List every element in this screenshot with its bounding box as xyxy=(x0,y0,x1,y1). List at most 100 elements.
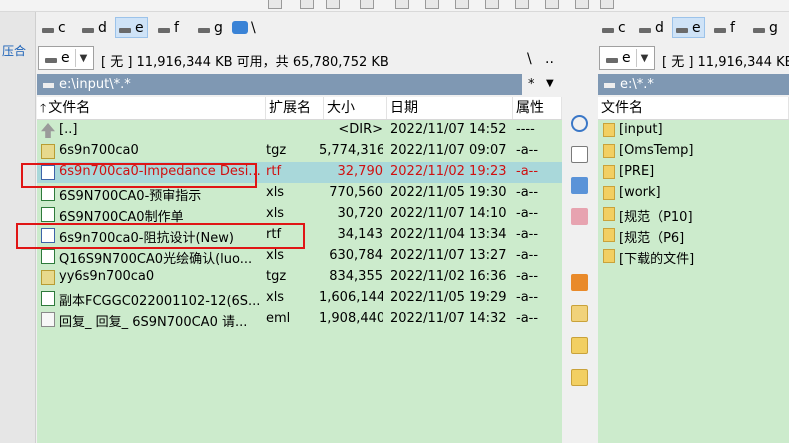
list-item[interactable]: [PRE] xyxy=(598,162,789,183)
drive-select[interactable]: e ▼ xyxy=(38,46,94,70)
drive-g-button[interactable]: g xyxy=(195,17,226,38)
toolbar-button[interactable] xyxy=(515,0,529,9)
current-path: e:\input\*.* xyxy=(59,77,131,92)
current-path: e:\*.* xyxy=(620,77,654,92)
history-dropdown-icon[interactable]: ▼ xyxy=(546,78,554,89)
drive-icon xyxy=(676,27,688,33)
drive-icon xyxy=(606,58,618,63)
toolbar xyxy=(0,0,789,12)
toolbar-button[interactable] xyxy=(300,0,314,9)
chevron-down-icon: ▼ xyxy=(75,49,91,67)
folder-icon xyxy=(603,123,615,137)
excel-icon xyxy=(41,207,55,222)
archive-pack-icon[interactable] xyxy=(571,274,588,291)
folder-icon xyxy=(603,249,615,263)
toolbar-button[interactable] xyxy=(360,0,374,9)
drive-e-button[interactable]: e xyxy=(672,17,705,38)
list-item[interactable]: [OmsTemp] xyxy=(598,141,789,162)
list-item[interactable]: [..] <DIR> 2022/11/07 14:52 ---- xyxy=(37,120,562,141)
list-item[interactable]: 回复_ 回复_ 6S9N700CA0 请... eml 1,908,440 20… xyxy=(37,309,562,330)
folder-icon xyxy=(603,144,615,158)
archive-icon xyxy=(41,270,55,285)
folder-settings-icon[interactable] xyxy=(571,305,588,322)
drive-f-button[interactable]: f xyxy=(711,17,738,38)
toolbar-button[interactable] xyxy=(545,0,559,9)
list-item[interactable]: [规范（P10] xyxy=(598,204,789,225)
view-file-icon[interactable] xyxy=(571,146,588,163)
column-header-ext[interactable]: 扩展名 xyxy=(266,97,324,119)
folder-icon xyxy=(603,186,615,200)
disk-space-info: [ 无 ] 11,916,344 KB 可用，共 65,780,752 KB xyxy=(101,55,389,70)
column-header-name[interactable]: 🡑 文件名 xyxy=(37,97,266,119)
column-header-name[interactable]: 文件名 xyxy=(598,97,789,119)
drive-c-button[interactable]: c xyxy=(39,17,69,38)
drive-c-button[interactable]: c xyxy=(599,17,629,38)
excel-icon xyxy=(41,186,55,201)
right-info-bar: e ▼ [ 无 ] 11,916,344 KB xyxy=(598,43,789,73)
right-column-headers: 文件名 xyxy=(598,97,789,120)
disk-space-info: [ 无 ] 11,916,344 KB xyxy=(662,55,789,70)
drive-icon xyxy=(753,27,765,33)
list-item[interactable]: [下载的文件] xyxy=(598,246,789,267)
excel-icon xyxy=(41,249,55,264)
left-path-bar[interactable]: e:\input\*.* xyxy=(37,74,522,95)
list-item[interactable]: yy6s9n700ca0 tgz 834,355 2022/11/02 16:3… xyxy=(37,267,562,288)
network-drive-button[interactable]: \ xyxy=(229,17,259,38)
toolbar-button[interactable] xyxy=(575,0,589,9)
drive-icon xyxy=(604,83,615,88)
drive-g-button[interactable]: g xyxy=(750,17,781,38)
drive-select[interactable]: e ▼ xyxy=(599,46,655,70)
sort-arrow-icon: 🡑 xyxy=(40,101,47,115)
chevron-down-icon: ▼ xyxy=(636,49,652,67)
folder-icon[interactable] xyxy=(571,369,588,386)
network-icon xyxy=(232,21,248,34)
archive-icon xyxy=(41,144,55,159)
path-filter-area: * ▼ xyxy=(522,74,562,95)
drive-d-button[interactable]: d xyxy=(79,17,110,38)
list-item[interactable]: 6s9n700ca0 tgz 5,774,316 2022/11/07 09:0… xyxy=(37,141,562,162)
right-path-bar[interactable]: e:\*.* xyxy=(598,74,789,95)
middle-button-strip xyxy=(562,97,598,443)
drive-icon xyxy=(43,83,54,88)
column-header-date[interactable]: 日期 xyxy=(387,97,513,119)
list-item[interactable]: 6S9N700CA0制作单 xls 30,720 2022/11/07 14:1… xyxy=(37,204,562,225)
find-icon[interactable] xyxy=(571,115,588,132)
list-item[interactable]: [规范（P6] xyxy=(598,225,789,246)
list-item[interactable]: 副本FCGGC022001102-12(6S... xls 1,606,144 … xyxy=(37,288,562,309)
list-item[interactable]: [input] xyxy=(598,120,789,141)
path-filter[interactable]: * xyxy=(528,77,535,92)
root-button[interactable]: \ xyxy=(527,51,532,67)
drive-icon xyxy=(45,58,57,63)
drive-e-button[interactable]: e xyxy=(115,17,148,38)
drive-d-button[interactable]: d xyxy=(636,17,667,38)
toolbar-button[interactable] xyxy=(485,0,499,9)
highlight-box xyxy=(21,163,257,188)
toolbar-button[interactable] xyxy=(395,0,409,9)
list-item[interactable]: [work] xyxy=(598,183,789,204)
toolbar-button[interactable] xyxy=(455,0,469,9)
drive-icon xyxy=(42,27,54,33)
drive-icon xyxy=(82,27,94,33)
toolbar-button[interactable] xyxy=(425,0,439,9)
right-file-list[interactable]: [input] [OmsTemp] [PRE] [work] [规范（P10] … xyxy=(598,120,789,443)
drive-f-button[interactable]: f xyxy=(155,17,182,38)
toolbar-button[interactable] xyxy=(600,0,614,9)
left-strip-label: 压合 xyxy=(2,44,27,58)
left-info-bar: e ▼ [ 无 ] 11,916,344 KB 可用，共 65,780,752 … xyxy=(37,43,562,73)
move-icon[interactable] xyxy=(571,208,588,225)
drive-icon xyxy=(119,27,131,33)
toolbar-button[interactable] xyxy=(326,0,340,9)
toolbar-button[interactable] xyxy=(268,0,282,9)
column-header-attr[interactable]: 属性 xyxy=(513,97,562,119)
left-drive-bar: c d e f g \ xyxy=(37,12,562,42)
left-column-headers: 🡑 文件名 扩展名 大小 日期 属性 xyxy=(37,97,562,120)
drive-icon xyxy=(158,27,170,33)
highlight-box xyxy=(16,223,305,249)
column-header-size[interactable]: 大小 xyxy=(324,97,387,119)
folder-icon[interactable] xyxy=(571,337,588,354)
list-item[interactable]: Q16S9N700CA0光绘确认(luo... xls 630,784 2022… xyxy=(37,246,562,267)
email-icon xyxy=(41,312,55,327)
parent-button[interactable]: .. xyxy=(545,51,554,67)
copy-icon[interactable] xyxy=(571,177,588,194)
up-folder-icon xyxy=(41,123,55,138)
